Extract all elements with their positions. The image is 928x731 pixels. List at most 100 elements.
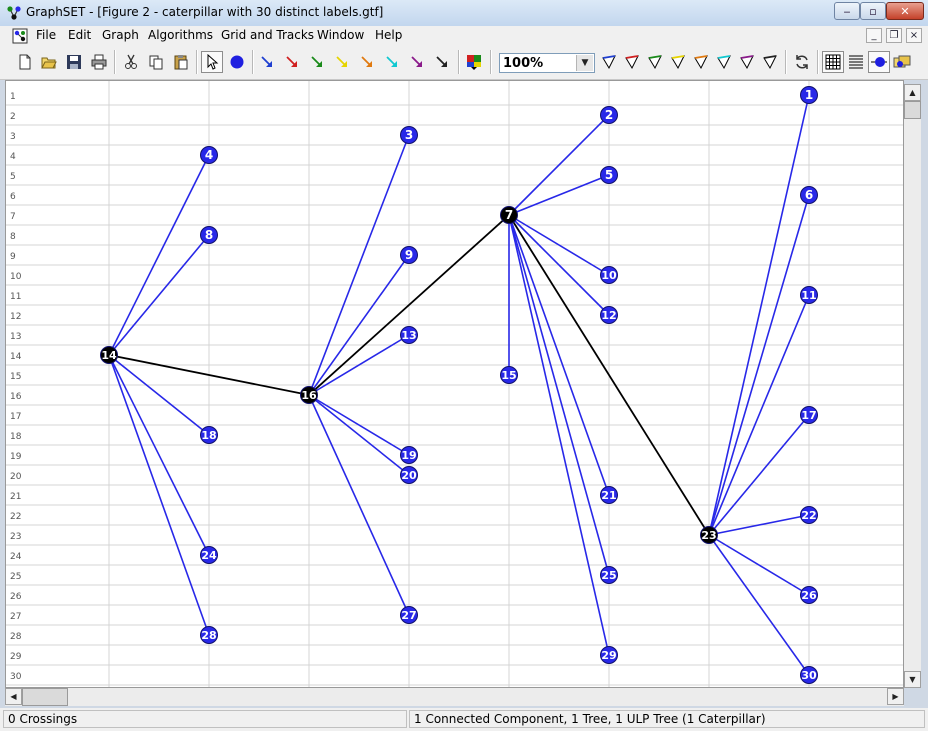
layout-triangle-button[interactable] (690, 51, 712, 73)
leaf-edge[interactable] (508, 214, 610, 496)
leaf-vertex[interactable]: 30 (800, 666, 818, 684)
layout-triangle-button[interactable] (598, 51, 620, 73)
leaf-vertex[interactable]: 6 (800, 186, 818, 204)
layout-triangle-button[interactable] (713, 51, 735, 73)
copy-button[interactable] (145, 51, 167, 73)
show-tracks-button[interactable] (845, 51, 867, 73)
leaf-vertex[interactable]: 19 (400, 446, 418, 464)
leaf-vertex[interactable]: 11 (800, 286, 818, 304)
scroll-right-icon[interactable]: ▶ (887, 688, 904, 705)
leaf-vertex[interactable]: 22 (800, 506, 818, 524)
color-palette-button[interactable] (463, 51, 485, 73)
leaf-edge[interactable] (308, 394, 410, 476)
graph-drawing[interactable]: 1234567891011121314151617181920212223242… (6, 81, 904, 688)
leaf-edge[interactable] (108, 354, 210, 636)
select-pointer-button[interactable] (201, 51, 223, 73)
leaf-vertex[interactable]: 26 (800, 586, 818, 604)
leaf-vertex[interactable]: 17 (800, 406, 818, 424)
spine-vertex[interactable]: 16 (300, 386, 318, 404)
vertical-scrollbar[interactable]: ▲ ▼ (904, 84, 921, 688)
spine-vertex[interactable]: 7 (500, 206, 518, 224)
menu-window[interactable]: Window (317, 28, 364, 42)
vertex-view-button[interactable] (868, 51, 890, 73)
leaf-edge[interactable] (708, 294, 810, 536)
menu-algorithms[interactable]: Algorithms (148, 28, 213, 42)
scroll-up-icon[interactable]: ▲ (904, 84, 921, 101)
minimize-window-button[interactable]: ‒ (834, 2, 860, 20)
add-vertex-button[interactable] (226, 51, 248, 73)
refresh-button[interactable] (791, 51, 813, 73)
edge-color-button[interactable] (256, 51, 278, 73)
horizontal-scroll-thumb[interactable] (22, 688, 68, 706)
mdi-restore-button[interactable]: ❐ (886, 28, 902, 43)
leaf-vertex[interactable]: 2 (600, 106, 618, 124)
scroll-left-icon[interactable]: ◀ (5, 688, 22, 705)
scroll-down-icon[interactable]: ▼ (904, 671, 921, 688)
leaf-vertex[interactable]: 3 (400, 126, 418, 144)
new-file-button[interactable] (14, 51, 36, 73)
leaf-vertex[interactable]: 1 (800, 86, 818, 104)
mdi-minimize-button[interactable]: _ (866, 28, 882, 43)
leaf-vertex[interactable]: 29 (600, 646, 618, 664)
menu-file[interactable]: File (36, 28, 56, 42)
leaf-vertex[interactable]: 8 (200, 226, 218, 244)
edge-color-button[interactable] (331, 51, 353, 73)
leaf-vertex[interactable]: 12 (600, 306, 618, 324)
horizontal-scrollbar[interactable]: ◀ ▶ (5, 688, 904, 706)
open-folder-icon (41, 57, 57, 69)
cut-button[interactable] (120, 51, 142, 73)
graph-canvas[interactable]: 1 2 3 4 5 6 7 8 9 10 11 12 13 14 15 16 17 18 19 20 21 22 23 24 2… (5, 80, 904, 688)
chevron-down-icon[interactable]: ▼ (576, 55, 593, 71)
save-file-button[interactable] (63, 51, 85, 73)
layout-triangle-button[interactable] (667, 51, 689, 73)
edge-color-button[interactable] (356, 51, 378, 73)
leaf-vertex[interactable]: 15 (500, 366, 518, 384)
leaf-vertex[interactable]: 27 (400, 606, 418, 624)
vertical-scroll-thumb[interactable] (904, 101, 921, 119)
zoom-level-select[interactable]: 100% ▼ (499, 53, 595, 73)
edge-color-button[interactable] (281, 51, 303, 73)
maximize-window-button[interactable]: ▫ (860, 2, 886, 20)
leaf-vertex[interactable]: 13 (400, 326, 418, 344)
show-grid-button[interactable] (822, 51, 844, 73)
print-button[interactable] (88, 51, 110, 73)
leaf-edge[interactable] (708, 414, 810, 536)
leaf-vertex[interactable]: 10 (600, 266, 618, 284)
leaf-vertex[interactable]: 5 (600, 166, 618, 184)
layout-triangle-button[interactable] (621, 51, 643, 73)
leaf-vertex[interactable]: 18 (200, 426, 218, 444)
document-window-icon[interactable] (12, 28, 28, 44)
leaf-edge[interactable] (508, 214, 610, 576)
leaf-vertex[interactable]: 9 (400, 246, 418, 264)
vertex-label: 22 (801, 509, 816, 522)
layout-triangle-button[interactable] (759, 51, 781, 73)
layout-triangle-button[interactable] (736, 51, 758, 73)
close-window-button[interactable]: ✕ (886, 2, 924, 20)
open-file-button[interactable] (38, 51, 60, 73)
leaf-vertex[interactable]: 24 (200, 546, 218, 564)
edge-color-button[interactable] (381, 51, 403, 73)
spine-vertex[interactable]: 23 (700, 526, 718, 544)
leaf-vertex[interactable]: 21 (600, 486, 618, 504)
leaf-vertex[interactable]: 25 (600, 566, 618, 584)
edge-color-button[interactable] (306, 51, 328, 73)
leaf-vertex[interactable]: 28 (200, 626, 218, 644)
menu-grid-and-tracks[interactable]: Grid and Tracks (221, 28, 314, 42)
menu-graph[interactable]: Graph (102, 28, 139, 42)
leaf-edge[interactable] (508, 174, 610, 216)
paste-button[interactable] (170, 51, 192, 73)
menu-edit[interactable]: Edit (68, 28, 91, 42)
spine-vertex[interactable]: 14 (100, 346, 118, 364)
layout-triangle-button[interactable] (644, 51, 666, 73)
leaf-edge[interactable] (108, 234, 210, 356)
menu-help[interactable]: Help (375, 28, 402, 42)
leaf-edge[interactable] (508, 214, 610, 656)
edge-color-button[interactable] (406, 51, 428, 73)
leaf-edge[interactable] (708, 94, 810, 536)
leaf-vertex[interactable]: 4 (200, 146, 218, 164)
layers-button[interactable] (891, 51, 913, 73)
leaf-vertex[interactable]: 20 (400, 466, 418, 484)
edge-color-button[interactable] (431, 51, 453, 73)
mdi-close-button[interactable]: × (906, 28, 922, 43)
graphset-app-icon[interactable] (6, 5, 22, 21)
